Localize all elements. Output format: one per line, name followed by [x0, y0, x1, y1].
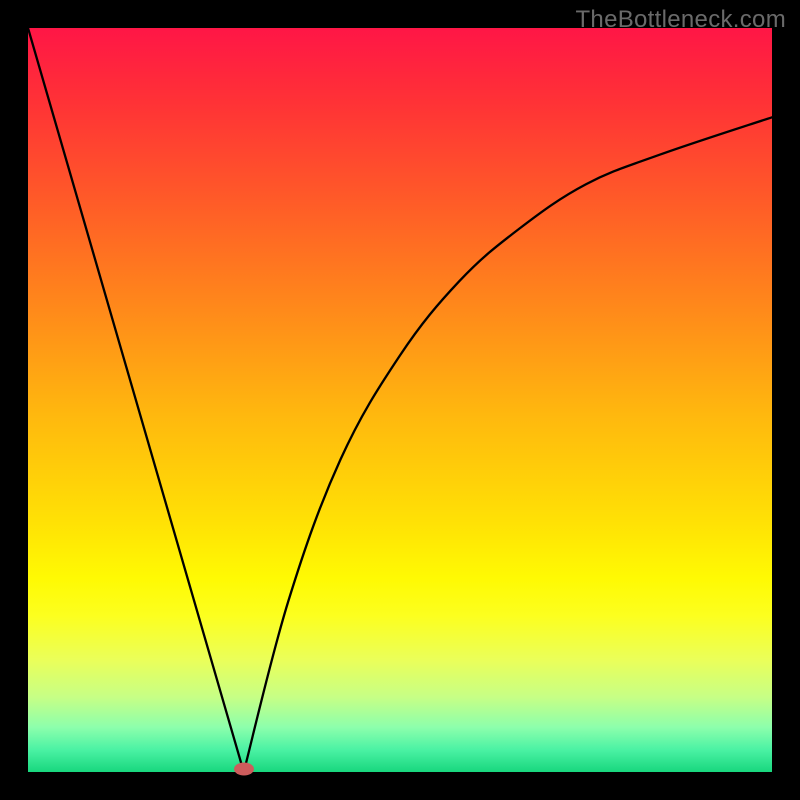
bottleneck-curve — [28, 28, 772, 772]
optimal-point-marker — [234, 763, 254, 776]
source-watermark: TheBottleneck.com — [575, 6, 786, 34]
plot-frame — [28, 28, 772, 772]
bottleneck-chart: TheBottleneck.com — [0, 0, 800, 800]
